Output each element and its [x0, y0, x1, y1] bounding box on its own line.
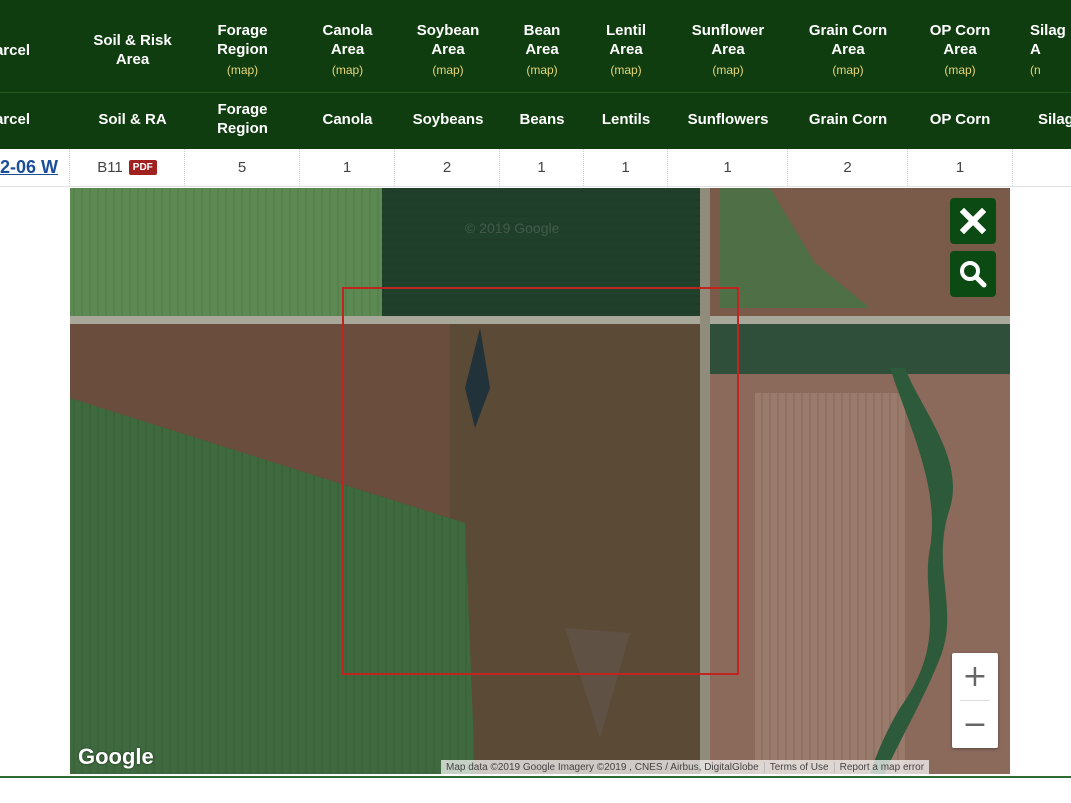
- header2-beans: Beans: [519, 110, 565, 128]
- soil-cell: B11 PDF: [70, 149, 185, 186]
- terms-link[interactable]: Terms of Use: [763, 761, 834, 773]
- close-icon: [960, 208, 986, 234]
- pdf-button[interactable]: PDF: [128, 160, 157, 175]
- header2-op-corn: OP Corn: [929, 110, 991, 128]
- op-corn-map-link[interactable]: (map): [944, 61, 975, 79]
- header2-soybeans: Soybeans: [412, 110, 484, 128]
- search-icon: [960, 261, 987, 288]
- search-map-button[interactable]: [950, 251, 996, 297]
- header-parcel: arcel: [0, 41, 31, 59]
- header2-grain-corn: Grain Corn: [808, 110, 888, 128]
- header2-silage: Silag: [1038, 110, 1071, 128]
- header-bean-area: Bean Area (map): [523, 22, 561, 79]
- header-soybean-area: Soybean Area (map): [416, 22, 480, 79]
- bean-map-link[interactable]: (map): [526, 61, 557, 79]
- header-op-corn-area: OP Corn Area (map): [929, 22, 991, 79]
- soil-value: B11: [97, 159, 123, 176]
- header2-forage-region: Forage Region: [217, 101, 268, 137]
- close-map-button[interactable]: [950, 198, 996, 244]
- header-sunflower-area: Sunflower Area (map): [691, 22, 765, 79]
- grain-corn-value: 2: [788, 149, 908, 186]
- map-watermark: © 2019 Google: [465, 220, 560, 236]
- header2-canola: Canola: [322, 110, 373, 128]
- sunflower-map-link[interactable]: (map): [712, 61, 743, 79]
- attribution-text: Map data ©2019 Google Imagery ©2019 , CN…: [446, 761, 759, 773]
- header-grain-corn-area: Grain Corn Area (map): [808, 22, 888, 79]
- lentil-value: 1: [584, 149, 668, 186]
- parcel-link[interactable]: 2-06 W: [0, 157, 58, 178]
- header-lentil-area: Lentil Area (map): [606, 22, 646, 79]
- zoom-in-button[interactable]: +: [952, 653, 998, 700]
- canola-value: 1: [300, 149, 395, 186]
- zoom-control: + −: [952, 653, 998, 748]
- header2-lentils: Lentils: [601, 110, 651, 128]
- report-map-error-link[interactable]: Report a map error: [833, 761, 929, 773]
- map-attribution: Map data ©2019 Google Imagery ©2019 , CN…: [441, 760, 930, 774]
- bean-value: 1: [500, 149, 584, 186]
- soybean-map-link[interactable]: (map): [432, 61, 463, 79]
- table-header: arcel Soil & Risk Area Forage Region (ma…: [0, 0, 1071, 149]
- op-corn-value: 1: [908, 149, 1013, 186]
- canola-map-link[interactable]: (map): [332, 61, 363, 79]
- forage-map-link[interactable]: (map): [227, 61, 258, 79]
- zoom-out-button[interactable]: −: [952, 701, 998, 748]
- google-logo: Google: [78, 744, 154, 769]
- header-soil-risk-area: Soil & Risk Area: [93, 32, 172, 68]
- silage-map-link[interactable]: (n: [1030, 61, 1041, 79]
- table-row: 2-06 W B11 PDF 5 1 2 1 1 1 2 1: [0, 149, 1071, 187]
- header2-soil-ra: Soil & RA: [98, 110, 167, 128]
- parcel-cell: 2-06 W: [0, 149, 70, 186]
- soybean-value: 2: [395, 149, 500, 186]
- silage-value: [1013, 149, 1071, 186]
- header-canola-area: Canola Area (map): [322, 22, 373, 79]
- lentil-map-link[interactable]: (map): [610, 61, 641, 79]
- map-imagery: © 2019 Google: [70, 188, 1010, 774]
- grain-corn-map-link[interactable]: (map): [832, 61, 863, 79]
- header-divider: [0, 92, 1071, 93]
- header2-sunflowers: Sunflowers: [687, 110, 769, 128]
- header-silage-area: Silag A (n: [1030, 22, 1066, 79]
- forage-value: 5: [185, 149, 300, 186]
- bottom-border: [0, 776, 1071, 778]
- header2-parcel: arcel: [0, 110, 31, 128]
- header-forage-region: Forage Region (map): [217, 22, 268, 79]
- sunflower-value: 1: [668, 149, 788, 186]
- satellite-map[interactable]: © 2019 Google + − Google Map data ©2019 …: [70, 188, 1010, 774]
